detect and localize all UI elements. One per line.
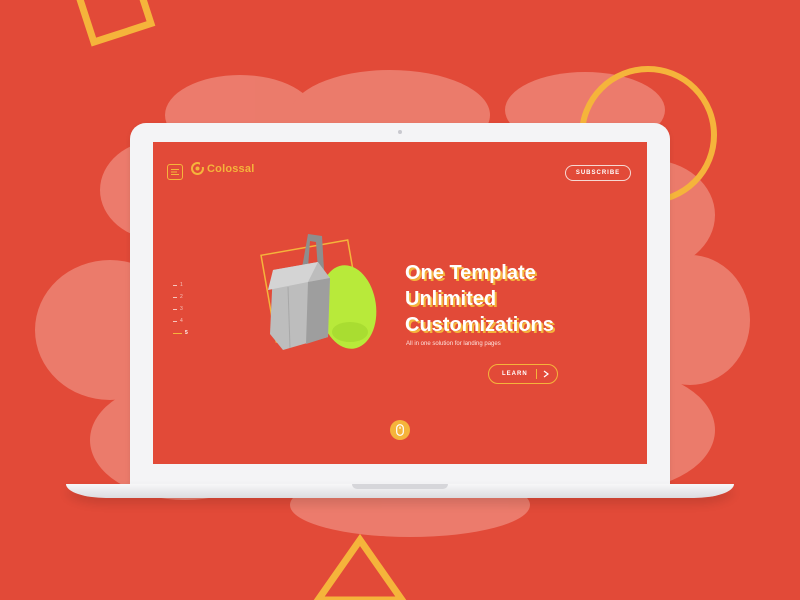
hero-title-line-3: Customizations [405,314,554,336]
logo-text: Colossal [207,162,255,175]
hamburger-icon [171,169,179,175]
hero-title: One Template Unlimited Customizations [405,260,554,338]
pager-item-3[interactable]: 3 [173,303,193,315]
square-outline [73,0,156,47]
mouse-scroll-icon [396,424,404,436]
chevron-right-icon [543,370,549,378]
hero-subtitle: All in one solution for landing pages [406,341,501,347]
hero-title-line-1: One Template [405,262,536,284]
slide-pager: 1 2 3 4 5 [173,279,193,339]
pager-item-2[interactable]: 2 [173,291,193,303]
learn-button[interactable]: LEARN [488,364,558,384]
logo[interactable]: Colossal [191,162,254,175]
hero-title-line-2: Unlimited [405,288,497,310]
laptop-notch [352,484,448,489]
pager-item-4[interactable]: 4 [173,315,193,327]
product-illustration [260,234,377,350]
subscribe-button[interactable]: SUBSCRIBE [565,165,631,181]
laptop-camera [398,130,402,134]
menu-button[interactable] [167,164,183,180]
gray-speaker [268,234,330,350]
colossal-logo-icon [191,162,204,175]
learn-divider [536,369,537,379]
scroll-down-button[interactable] [390,420,410,440]
pager-item-5[interactable]: 5 [173,327,193,339]
laptop-base [66,484,734,498]
triangle-outline [313,533,407,600]
pager-item-1[interactable]: 1 [173,279,193,291]
laptop-screen: Colossal SUBSCRIBE 1 2 3 4 5 One Templat… [153,142,647,464]
learn-label: LEARN [502,371,528,377]
